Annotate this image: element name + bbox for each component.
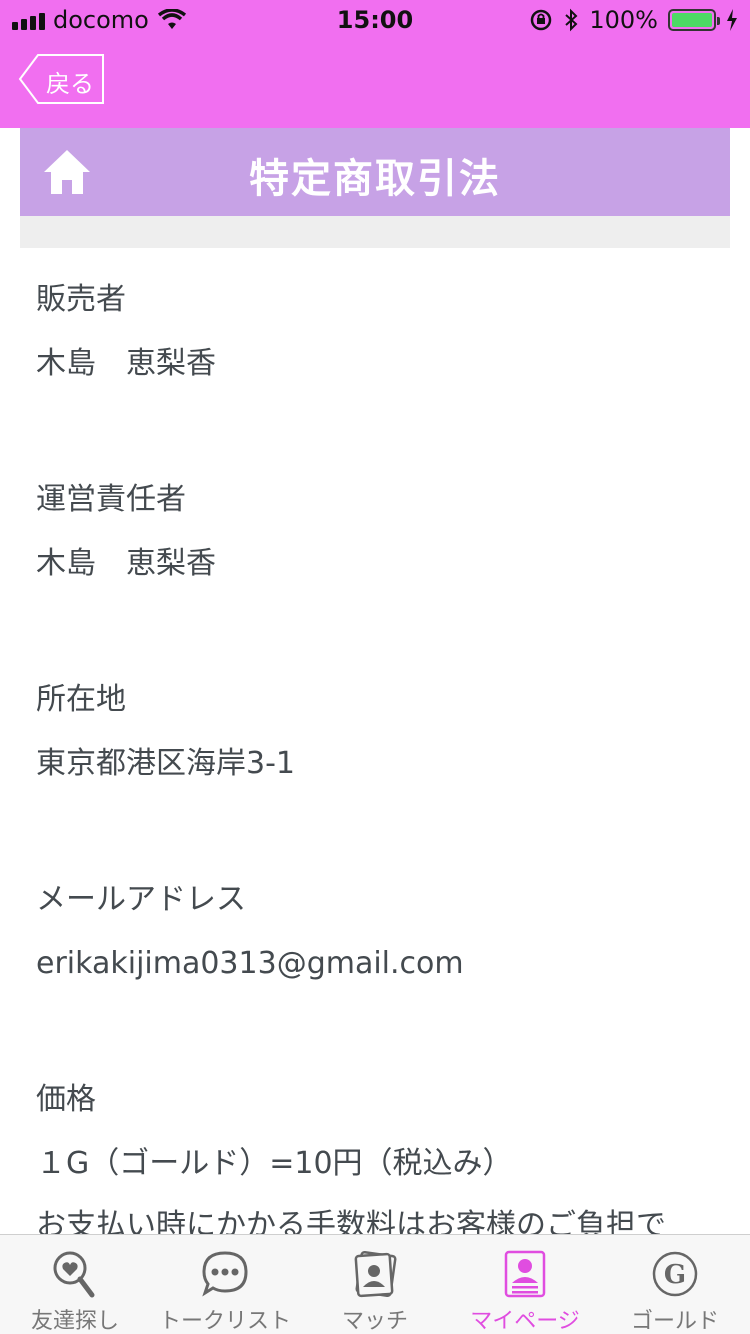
tab-label: マイページ xyxy=(470,1309,580,1334)
match-cards-icon xyxy=(354,1250,397,1298)
tab-my-page[interactable]: マイページ xyxy=(450,1235,600,1334)
section-value: 木島 恵梨香 xyxy=(36,546,216,581)
section-value: 東京都港区海岸3-1 xyxy=(36,746,295,781)
manager-section: 運営責任者 木島 恵梨香 xyxy=(36,480,726,584)
tab-label: マッチ xyxy=(341,1309,408,1334)
section-value: 木島 恵梨香 xyxy=(36,346,216,381)
email-section: メールアドレス erikakijima0313@gmail.com xyxy=(36,880,726,984)
section-value: １G（ゴールド）=10円（税込み） xyxy=(36,1146,513,1181)
section-label: 運営責任者 xyxy=(36,482,186,517)
page-header: 特定商取引法 xyxy=(20,128,730,216)
status-bar: docomo 15:00 100% xyxy=(0,0,750,40)
tab-talk-list[interactable]: トークリスト xyxy=(150,1235,300,1334)
battery-icon xyxy=(668,9,720,31)
battery-percent: 100% xyxy=(589,6,658,34)
profile-card-icon xyxy=(504,1250,546,1298)
tab-match[interactable]: マッチ xyxy=(300,1235,450,1334)
section-value: erikakijima0313@gmail.com xyxy=(36,946,464,981)
tab-bar: 友達探し トークリスト マッチ マイページ G ゴールド xyxy=(0,1234,750,1334)
chat-bubble-icon xyxy=(202,1251,248,1297)
back-button-label: 戻る xyxy=(46,70,94,98)
tab-label: ゴールド xyxy=(630,1309,719,1334)
tab-label: トークリスト xyxy=(158,1309,291,1334)
back-button[interactable]: 戻る xyxy=(18,54,104,104)
rotation-lock-icon xyxy=(531,9,552,31)
heart-search-icon xyxy=(53,1251,95,1298)
main-content: 販売者 木島 恵梨香 運営責任者 木島 恵梨香 所在地 東京都港区海岸3-1 メ… xyxy=(36,248,726,1234)
price-section: 価格 １G（ゴールド）=10円（税込み） お支払い時にかかる手数料はお客様のご負… xyxy=(36,1080,726,1234)
tab-friend-search[interactable]: 友達探し xyxy=(0,1235,150,1334)
bluetooth-icon xyxy=(565,8,578,32)
svg-text:G: G xyxy=(664,1260,686,1290)
tab-gold[interactable]: G ゴールド xyxy=(600,1235,750,1334)
gold-coin-icon: G xyxy=(652,1251,698,1297)
section-label: 価格 xyxy=(36,1082,96,1117)
charging-icon xyxy=(727,9,737,31)
section-label: 所在地 xyxy=(36,682,126,717)
top-bar: docomo 15:00 100% 戻る xyxy=(0,0,750,128)
section-note: お支払い時にかかる手数料はお客様のご負担で xyxy=(36,1208,666,1234)
section-label: 販売者 xyxy=(36,282,126,317)
seller-section: 販売者 木島 恵梨香 xyxy=(36,280,726,384)
divider-strip xyxy=(20,216,730,248)
tab-label: 友達探し xyxy=(30,1309,119,1334)
page-title: 特定商取引法 xyxy=(249,156,501,202)
address-section: 所在地 東京都港区海岸3-1 xyxy=(36,680,726,784)
section-label: メールアドレス xyxy=(36,882,246,917)
